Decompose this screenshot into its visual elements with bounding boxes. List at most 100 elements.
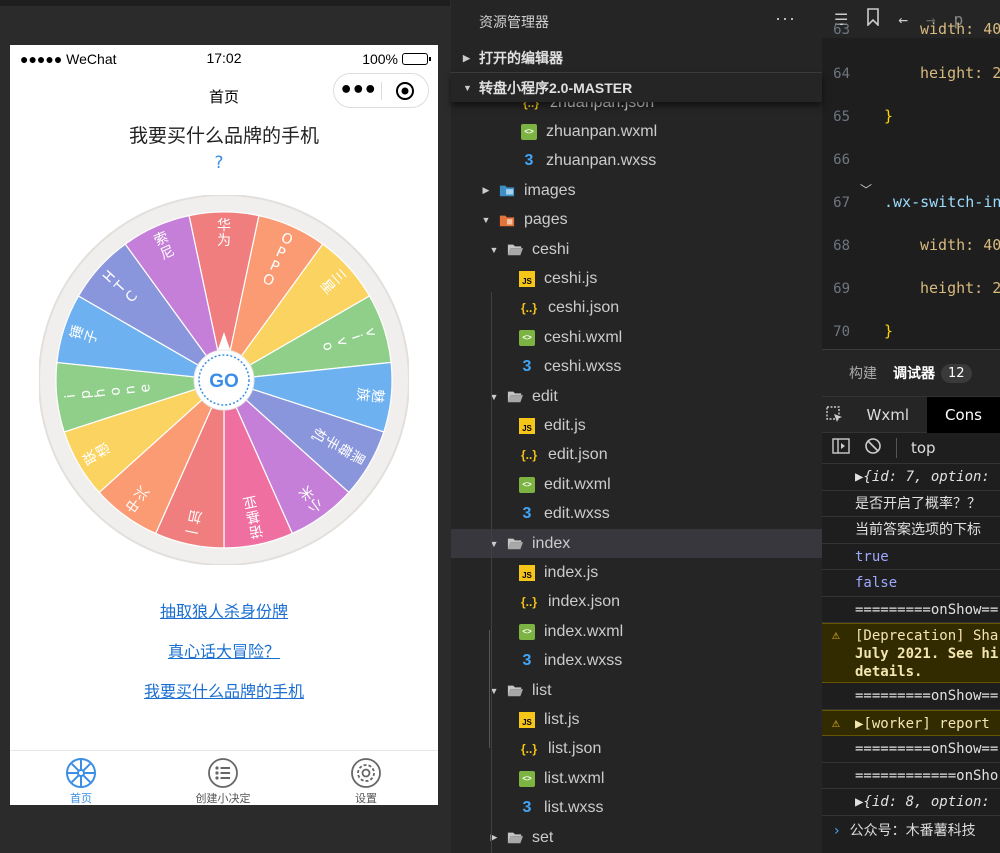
console-text: true [855,548,889,565]
wheel-label-char: 华 [217,218,231,234]
tree-item-label: ceshi.wxss [544,358,622,376]
context-selector[interactable]: top [911,439,936,457]
close-target-icon[interactable] [381,81,428,101]
tree-item[interactable]: ▼ index [451,529,822,558]
wxss-file-icon: 3 [524,152,534,170]
tab-home[interactable]: 首页 [21,757,141,805]
code-line[interactable]: } [884,322,893,340]
simulator-panel: ●●●●● WeChat 17:02 100% 首页 ••• 我要买什么品牌的手… [0,0,450,853]
tab-debugger[interactable]: 调试器 [893,363,935,383]
tree-item[interactable]: ▼ pages [451,206,822,235]
tree-item-label: zhuanpan.wxss [546,152,657,170]
tree-item[interactable]: ▶ images [451,176,822,205]
tree-item[interactable]: {..} edit.json [451,441,822,470]
console-message[interactable]: ▶{id: 8, option: [822,789,1000,816]
console-message[interactable]: ⚠ ▶[worker] report [822,709,1000,736]
tree-item[interactable]: JS edit.js [451,411,822,440]
json-file-icon: {..} [522,102,539,110]
link-truth-or-dare[interactable]: 真心话大冒险？ [10,638,438,662]
code-line[interactable]: .wx-switch-in [884,193,1000,211]
tree-item-label: index [532,534,571,552]
wxss-file-icon: 3 [522,505,532,523]
tree-item[interactable]: <> zhuanpan.wxml [451,117,822,146]
console-message[interactable]: ============onSho [822,763,1000,789]
tree-item[interactable]: ▶ set [451,823,822,852]
js-file-icon: JS [519,270,535,287]
tree-item-label: index.wxss [544,652,623,670]
back-arrow-icon[interactable]: ← [898,10,908,29]
tab-console[interactable]: Cons [927,396,1000,433]
tree-item[interactable]: 3 index.wxss [451,647,822,676]
tree-item[interactable]: 3 list.wxss [451,794,822,823]
console-text: ▶[worker] report [855,715,990,732]
battery-icon [402,53,431,65]
tree-item[interactable]: 3 edit.wxss [451,500,822,529]
console-message[interactable]: ▶{id: 7, option: [822,464,1000,491]
link-werewolf-cards[interactable]: 抽取狼人杀身份牌 [10,598,438,622]
tree-item[interactable]: <> index.wxml [451,617,822,646]
tree-item[interactable]: ▼ ceshi [451,235,822,264]
tree-item[interactable]: ▼ list [451,676,822,705]
tree-item[interactable]: <> ceshi.wxml [451,323,822,352]
console-message[interactable]: 当前答案选项的下标 [822,517,1000,544]
tree-item[interactable]: {..} ceshi.json [451,294,822,323]
sidebar-toggle-icon[interactable] [832,438,850,458]
line-number: 65 [833,109,850,125]
tree-item[interactable]: JS list.js [451,705,822,734]
warning-icon: ⚠ [832,628,840,643]
inspect-cursor-icon[interactable] [822,405,849,424]
tree-item[interactable]: <> list.wxml [451,764,822,793]
tree-item[interactable]: 3 ceshi.wxss [451,353,822,382]
tree-item[interactable]: {..} list.json [451,735,822,764]
code-line[interactable]: } [884,107,893,125]
console-text: =========onShow== [855,688,999,704]
tree-item[interactable]: JS index.js [451,558,822,587]
code-line[interactable]: width: 40 [920,20,1000,38]
clear-console-icon[interactable] [864,437,882,459]
tree-item[interactable]: ▼ edit [451,382,822,411]
console-message[interactable]: true [822,544,1000,570]
wxml-file-icon: <> [519,476,535,493]
tree-item[interactable]: <> edit.wxml [451,470,822,499]
more-actions-icon[interactable]: ··· [775,8,796,29]
more-dots-icon[interactable]: ••• [334,79,381,101]
tree-item[interactable]: 3 zhuanpan.wxss [451,147,822,176]
tab-wxml[interactable]: Wxml [849,397,928,433]
open-editors-section[interactable]: ▶ 打开的编辑器 [451,44,822,73]
console-input: 公众号：木番薯科技 [849,822,976,839]
bookmark-icon[interactable] [866,8,880,30]
spin-wheel[interactable]: 华为 OPPO 三星vivo魅族黑莓手机小米诺基亚一加中兴联想iphone锤子HTC… [39,195,409,565]
console-text: ============onSho [855,767,999,784]
link-phone-brand[interactable]: 我要买什么品牌的手机 [10,678,438,702]
tree-item[interactable]: {..} index.json [451,588,822,617]
go-button-label[interactable]: GO [209,371,239,392]
console-prompt[interactable]: › 公众号：木番薯科技 [822,820,1000,840]
tab-settings[interactable]: 设置 [306,757,426,805]
mini-program-capsule: ••• [333,73,429,108]
js-file-icon: JS [519,564,535,581]
tree-item-label: ceshi [532,240,570,258]
tree-item[interactable]: {..} zhuanpan.json [451,102,822,117]
console-message[interactable]: =========onShow== [822,597,1000,623]
explorer-header: 资源管理器 ··· [451,0,822,44]
phone-screen: ●●●●● WeChat 17:02 100% 首页 ••• 我要买什么品牌的手… [10,45,438,805]
warning-line: [Deprecation] Sha [855,628,999,644]
tree-item[interactable]: JS ceshi.js [451,264,822,293]
console-message[interactable]: ⚠ [Deprecation] Sha July 2021. See hi detai… [822,623,1000,683]
code-line[interactable]: height: 2 [920,279,1000,297]
console-toolbar: top [822,432,1000,464]
fold-chevron-icon[interactable]: ﹀ [860,181,872,198]
tab-create-decision[interactable]: 创建小决定 [163,757,283,805]
console-text: ▶{id: 7, option: [855,469,990,485]
code-line[interactable]: height: 25 [920,64,1000,82]
console-message[interactable]: false [822,570,1000,597]
console-message[interactable]: =========onShow== [822,736,1000,763]
json-file-icon: {..} [520,595,537,610]
tab-build[interactable]: 构建 [849,363,877,383]
devtools-window: ●●●●● WeChat 17:02 100% 首页 ••• 我要买什么品牌的手… [0,0,1000,853]
console-message[interactable]: =========onShow== [822,683,1000,710]
tree-item-label: ceshi.wxml [544,328,623,346]
project-section[interactable]: ▼ 转盘小程序2.0-MASTER [451,73,822,102]
console-message[interactable]: 是否开启了概率？？ [822,491,1000,517]
code-line[interactable]: width: 40 [920,236,1000,254]
